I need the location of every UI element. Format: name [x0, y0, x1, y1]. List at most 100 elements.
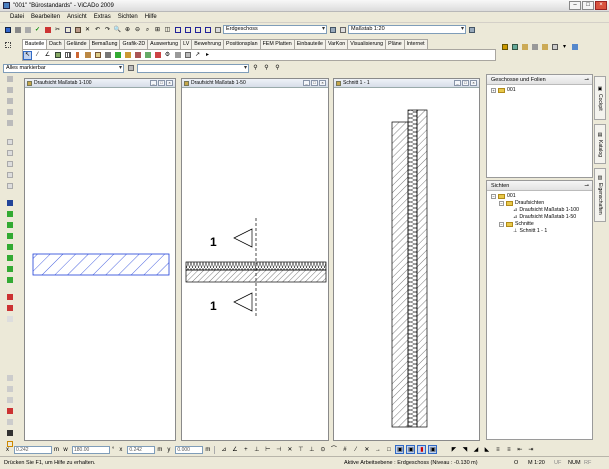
column-icon[interactable] [73, 51, 82, 60]
selection-filter-select[interactable]: Alles markierbar [3, 63, 124, 73]
menu-extras[interactable]: Extras [94, 14, 111, 20]
search-select[interactable] [137, 63, 249, 73]
component-icon[interactable] [530, 42, 539, 51]
nav-2-icon[interactable]: ◥ [460, 445, 469, 454]
side-tab-eigenschaften[interactable]: ▥ Eigenschaften [594, 168, 606, 222]
door-icon[interactable] [123, 51, 132, 60]
tool-dropdown-icon[interactable]: ▾ [560, 42, 569, 51]
floor-settings-icon[interactable] [328, 25, 337, 34]
collapse-icon[interactable]: − [491, 194, 496, 199]
section-canvas[interactable] [334, 88, 479, 440]
snap-tangent-icon[interactable]: ⌒ [329, 445, 338, 454]
left-tool-4-icon[interactable] [5, 107, 14, 116]
left-bottom-5-icon[interactable] [5, 417, 14, 426]
tab-dach[interactable]: Dach [46, 39, 65, 49]
snap-active-1-icon[interactable]: ▣ [395, 445, 405, 454]
left-tool-10-icon[interactable] [5, 181, 14, 190]
section-wall-insulation[interactable] [407, 109, 418, 428]
snap-box-icon[interactable]: □ [384, 445, 393, 454]
left-snap-5-icon[interactable] [5, 242, 14, 251]
left-tool-6-icon[interactable] [5, 137, 14, 146]
more-tools-icon[interactable]: ▸ [203, 51, 212, 60]
coord-y-input[interactable]: 0.000 [175, 445, 204, 454]
scale-settings-icon[interactable] [467, 25, 476, 34]
nav-1-icon[interactable]: ◤ [449, 445, 458, 454]
menu-bearbeiten[interactable]: Bearbeiten [31, 14, 60, 20]
left-tool-2-icon[interactable] [5, 85, 14, 94]
window-tile-icon[interactable] [173, 25, 182, 34]
left-snap-1-icon[interactable] [5, 198, 14, 207]
tab-plaene[interactable]: Pläne [385, 39, 405, 49]
collapse-icon[interactable]: − [499, 222, 504, 227]
cut-icon[interactable]: ✂ [53, 25, 62, 34]
tab-gelaende[interactable]: Gelände [63, 39, 90, 49]
gear-tool-icon[interactable]: ⚙ [163, 51, 172, 60]
section-wall-outer[interactable] [416, 109, 428, 428]
nav-6-icon[interactable]: ≡ [504, 445, 513, 454]
beam-icon[interactable] [83, 51, 92, 60]
window-list-icon[interactable] [203, 25, 212, 34]
snap-active-4-icon[interactable]: ▣ [428, 445, 438, 454]
nav-4-icon[interactable]: ◣ [482, 445, 491, 454]
snap-arrow-icon[interactable]: → [373, 445, 382, 454]
left-snap-6-icon[interactable] [5, 253, 14, 262]
left-mark-3-icon[interactable] [5, 314, 14, 323]
slab-icon[interactable] [93, 51, 102, 60]
view-window-section[interactable]: Schnitt 1 - 1 _ □ × [333, 78, 480, 441]
left-bottom-4-icon[interactable] [5, 406, 14, 415]
stair-icon[interactable] [143, 51, 152, 60]
menu-ansicht[interactable]: Ansicht [67, 14, 87, 20]
object-icon[interactable] [510, 42, 519, 51]
view-icon[interactable]: ◫ [163, 25, 172, 34]
side-tab-katalog[interactable]: ▤ Katalog [594, 124, 606, 164]
expand-icon[interactable]: + [491, 88, 496, 93]
snap-x-icon[interactable]: ✕ [362, 445, 371, 454]
pointer-icon[interactable]: ↖ [23, 50, 32, 60]
snap-mid-icon[interactable]: ⊣ [274, 445, 283, 454]
coord-angle-input[interactable]: 180.00 [72, 445, 110, 454]
check-icon[interactable]: ✓ [33, 25, 42, 34]
nav-3-icon[interactable]: ◢ [471, 445, 480, 454]
coord-x-input[interactable]: 0.242 [14, 445, 52, 454]
snap-free-icon[interactable]: ⁄ [351, 445, 360, 454]
tab-fem-platten[interactable]: FEM Platten [259, 39, 295, 49]
wall-icon[interactable] [53, 51, 62, 60]
search-options-icon[interactable]: ⚲ [273, 64, 282, 73]
pin-icon[interactable]: ⊸ [584, 181, 589, 191]
collapse-icon[interactable]: − [499, 201, 504, 206]
save-icon[interactable] [3, 25, 12, 34]
paste-icon[interactable] [73, 25, 82, 34]
left-tool-8-icon[interactable] [5, 159, 14, 168]
zoom-all-icon[interactable]: ⊞ [153, 25, 162, 34]
tab-varkon[interactable]: VarKon [324, 39, 349, 49]
tab-auswertung[interactable]: Auswertung [147, 39, 182, 49]
left-snap-7-icon[interactable] [5, 264, 14, 273]
snap-angle-icon[interactable]: ∠ [230, 445, 239, 454]
left-tool-5-icon[interactable] [5, 118, 14, 127]
view-maximize-button[interactable]: □ [311, 80, 318, 86]
left-mark-2-icon[interactable] [5, 303, 14, 312]
tree-item-views-root[interactable]: − 001 [491, 193, 592, 200]
snap-grid-icon[interactable]: # [340, 445, 349, 454]
view-close-button[interactable]: × [166, 80, 173, 86]
tree-item-section-1-1[interactable]: ⊥ Schnitt 1 - 1 [491, 228, 592, 235]
left-tool-3-icon[interactable] [5, 96, 14, 105]
left-snap-3-icon[interactable] [5, 220, 14, 229]
left-tool-9-icon[interactable] [5, 170, 14, 179]
left-mark-1-icon[interactable] [5, 292, 14, 301]
nav-5-icon[interactable]: ≡ [493, 445, 502, 454]
arrow-tool-icon[interactable]: ↗ [193, 51, 202, 60]
window-cascade-icon[interactable] [183, 25, 192, 34]
layer-icon[interactable] [338, 25, 347, 34]
plan-100-canvas[interactable] [25, 88, 175, 440]
tree-item-plan-100[interactable]: ⊿ Draufsicht Maßstab 1-100 [491, 207, 592, 214]
copy-icon[interactable] [63, 25, 72, 34]
snap-active-2-icon[interactable]: ▣ [406, 445, 416, 454]
tab-visualisierung[interactable]: Visualisierung [347, 39, 387, 49]
left-bottom-3-icon[interactable] [5, 395, 14, 404]
snap-point-icon[interactable]: ⊢ [263, 445, 272, 454]
snap-line-icon[interactable]: ⊥ [252, 445, 261, 454]
coord-dx-input[interactable]: 0.242 [127, 445, 156, 454]
plot-icon[interactable] [23, 25, 32, 34]
section-wall-masonry[interactable] [391, 121, 409, 428]
